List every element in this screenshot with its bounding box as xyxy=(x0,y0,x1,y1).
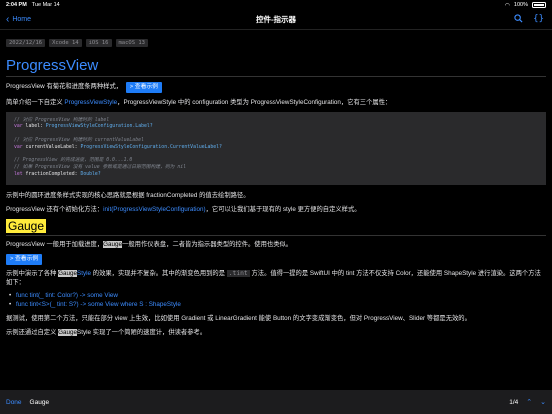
code-comment: // 对应 ProgressView 构建时的 currentValueLabe… xyxy=(14,137,144,143)
find-input[interactable]: Gauge xyxy=(30,399,510,406)
done-button[interactable]: Done xyxy=(6,399,22,406)
tag-macos: macOS 13 xyxy=(115,39,148,47)
code-line: var label: ProgressViewStyleConfiguratio… xyxy=(14,124,538,131)
code-block: // 对应 ProgressView 构建时的 label var label:… xyxy=(6,111,546,185)
article-content: 2022/12/16 Xcode 14 iOS 16 macOS 13 Prog… xyxy=(6,33,546,390)
code-line: var currentValueLabel: ProgressViewStyle… xyxy=(14,145,538,152)
page-title: 控件-指示器 xyxy=(256,15,296,24)
init-link[interactable]: init(ProgressViewStyleConfiguration) xyxy=(103,206,205,213)
gauge-style-paragraph: 示例中演示了各种 GaugeStyle 的效果，实现并不复杂。其中的渐变色用到的… xyxy=(6,269,546,287)
search-match: Gauge xyxy=(58,329,78,337)
code-blank xyxy=(14,131,538,138)
gauge-heading-highlight: Gauge xyxy=(6,218,47,233)
braces-icon[interactable]: {} xyxy=(533,14,544,25)
chevron-up-icon[interactable]: ⌃ xyxy=(526,398,532,406)
fraction-paragraph: 示例中的圆环进度条样式实现的核心思路就是根据 fractionCompleted… xyxy=(6,191,250,199)
intro-text: ProgressView 有菊花和进度条两种样式， xyxy=(6,82,123,90)
back-label: Home xyxy=(12,16,32,23)
view-gauge-example-button[interactable]: > 查看示例 xyxy=(6,254,43,266)
status-time: 2:04 PM xyxy=(6,2,27,8)
paragraph-text: 简单介绍一下自定义 xyxy=(6,98,65,106)
paragraph-text: 示例中演示了各种 xyxy=(6,270,59,278)
paragraph-text: 一般用作仪表盘，二者皆为指示器类型的控件。使用也类似。 xyxy=(122,241,293,249)
back-button[interactable]: ‹ Home xyxy=(6,13,32,25)
gradient-paragraph: 据测试，使用第二个方法，只能在部分 view 上生效，比如使用 Gradient… xyxy=(6,315,471,323)
progressview-intro: ProgressView 有菊花和进度条两种样式， > 查看示例 xyxy=(6,81,546,93)
tag-list: 2022/12/16 Xcode 14 iOS 16 macOS 13 xyxy=(6,39,546,47)
divider xyxy=(6,76,546,77)
match-count: 1/4 xyxy=(509,398,519,406)
code-keyword: let xyxy=(14,171,23,177)
list-item[interactable]: func tint<S>(_ tint: S?) -> some View wh… xyxy=(9,301,546,310)
progressviewstyle-link[interactable]: ProgressViewStyle xyxy=(64,99,117,106)
code-identifier: label: xyxy=(22,124,46,130)
search-match: Gauge xyxy=(58,270,78,278)
code-identifier: currentValueLabel: xyxy=(22,144,81,150)
code-comment: // 如果 ProgressView 没有 value 参数或是通过日期范围构建… xyxy=(14,165,187,171)
gauge-intro: ProgressView 一般用于加载进度，Gauge一般用作仪表盘，二者皆为指… xyxy=(6,240,546,249)
chevron-left-icon: ‹ xyxy=(6,13,10,25)
paragraph-text: ，它可以让我们基于现有的 style 更方便的自定义样式。 xyxy=(205,205,361,213)
style-paragraph: 简单介绍一下自定义 ProgressViewStyle，ProgressView… xyxy=(6,98,546,107)
paragraph-text: ，ProgressViewStyle 中的 configuration 类型为 … xyxy=(117,98,392,106)
code-keyword: var xyxy=(14,144,23,150)
code-type: ProgressViewStyleConfiguration.Label? xyxy=(45,124,153,130)
battery-icon xyxy=(532,2,546,8)
code-type: ProgressViewStyleConfiguration.CurrentVa… xyxy=(80,144,222,150)
gauge-heading: Gauge xyxy=(6,218,546,233)
search-match: Gauge xyxy=(103,241,123,249)
navigation-bar: ‹ Home 控件-指示器 {} xyxy=(0,10,552,30)
tag-date: 2022/12/16 xyxy=(6,39,46,47)
find-bar: Done Gauge 1/4 ⌃ ⌄ xyxy=(0,390,552,414)
paragraph-text: ProgressView 还有个初始化方法： xyxy=(6,205,104,213)
paragraph-text: 的效果，实现并不复杂。其中的渐变色用到的是 xyxy=(91,270,227,278)
init-paragraph: ProgressView 还有个初始化方法：init(ProgressViewS… xyxy=(6,205,546,214)
gaugestyle-link[interactable]: Style xyxy=(77,270,91,277)
code-line: let fractionCompleted: Double? xyxy=(14,172,538,179)
wifi-icon: ◠ xyxy=(504,2,510,9)
status-bar: 2:04 PM Tue Mar 14 ◠ 100% xyxy=(0,0,552,10)
divider xyxy=(6,234,546,236)
search-icon[interactable] xyxy=(514,14,523,25)
code-type: Double? xyxy=(80,171,101,177)
tag-ios: iOS 16 xyxy=(85,39,112,47)
speedometer-paragraph: 示例还通过自定义 GaugeStyle 实现了一个简陋的速度计，供读者参考。 xyxy=(6,328,546,337)
list-item[interactable]: func tint(_ tint: Color?) -> some View xyxy=(9,292,546,301)
paragraph-text: Style 实现了一个简陋的速度计，供读者参考。 xyxy=(77,329,207,337)
gauge-example-row: > 查看示例 xyxy=(6,254,546,266)
battery-percent: 100% xyxy=(513,2,528,8)
view-example-button[interactable]: > 查看示例 xyxy=(125,81,162,93)
tint-method-list: func tint(_ tint: Color?) -> some View f… xyxy=(9,292,546,310)
status-date: Tue Mar 14 xyxy=(31,2,60,8)
paragraph-text: ProgressView 一般用于加载进度， xyxy=(6,241,104,249)
progressview-heading: ProgressView xyxy=(6,57,99,74)
paragraph-text: 示例还通过自定义 xyxy=(6,329,59,337)
inline-code: .tint xyxy=(226,270,250,278)
chevron-down-icon[interactable]: ⌄ xyxy=(540,398,546,406)
code-identifier: fractionCompleted: xyxy=(22,171,81,177)
code-keyword: var xyxy=(14,124,23,130)
tag-xcode: Xcode 14 xyxy=(49,39,82,47)
